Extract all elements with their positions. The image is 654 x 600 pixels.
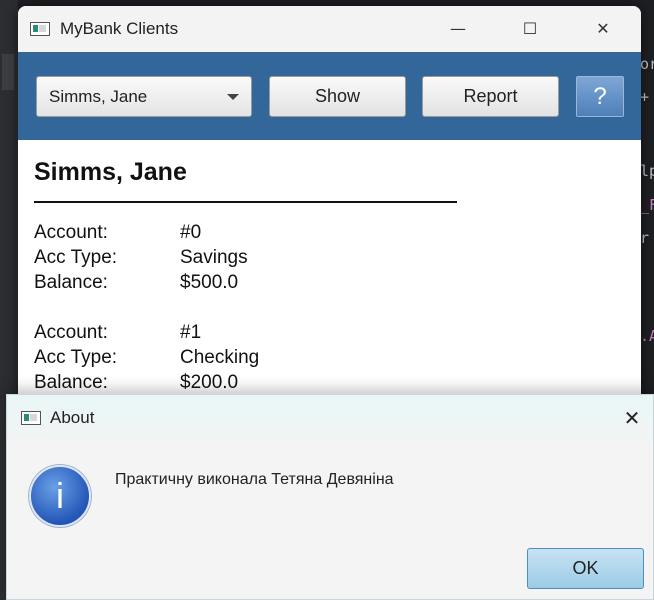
balance-label: Balance: (34, 372, 108, 393)
account-number: #1 (180, 322, 202, 343)
client-select-value: Simms, Jane (49, 87, 148, 106)
background-tab (2, 54, 14, 90)
editor-glyph: lp (640, 162, 654, 180)
account-type-row: Acc Type: Checking (34, 347, 334, 372)
account-block: Account: #1 Acc Type: Checking Balance: … (34, 322, 334, 397)
title-bar[interactable]: MyBank Clients — ☐ ✕ (18, 6, 641, 52)
account-row: Account: #0 (34, 222, 334, 247)
account-type-row: Acc Type: Savings (34, 247, 334, 272)
toolbar: Simms, Jane Show Report ? (18, 52, 641, 140)
maximize-button[interactable]: ☐ (508, 14, 552, 44)
about-title-bar[interactable]: About ✕ (7, 395, 653, 441)
show-button[interactable]: Show (269, 76, 406, 117)
info-icon: i (29, 465, 91, 527)
ok-button[interactable]: OK (527, 548, 644, 589)
account-label: Account: (34, 322, 108, 343)
about-dialog: About ✕ i Практичну виконала Тетяна Девя… (6, 394, 654, 600)
editor-glyph: .A (640, 327, 654, 345)
balance-label: Balance: (34, 272, 108, 293)
report-button[interactable]: Report (422, 76, 559, 117)
account-row: Account: #1 (34, 322, 334, 347)
editor-glyph: _F (640, 196, 654, 214)
client-details: Simms, Jane Account: #0 Acc Type: Saving… (18, 140, 641, 406)
help-button[interactable]: ? (576, 76, 624, 117)
app-icon (30, 22, 50, 36)
divider (34, 201, 457, 203)
account-label: Account: (34, 222, 108, 243)
editor-glyph: + (640, 88, 650, 106)
close-button[interactable]: ✕ (617, 403, 647, 433)
account-block: Account: #0 Acc Type: Savings Balance: $… (34, 222, 334, 297)
main-window: MyBank Clients — ☐ ✕ Simms, Jane Show Re… (18, 6, 641, 406)
app-icon (21, 411, 41, 425)
balance-value: $200.0 (180, 372, 239, 393)
account-number: #0 (180, 222, 202, 243)
balance-value: $500.0 (180, 272, 239, 293)
client-name-heading: Simms, Jane (34, 158, 187, 186)
account-type-value: Checking (180, 347, 260, 368)
window-title: MyBank Clients (60, 19, 179, 38)
balance-row: Balance: $500.0 (34, 272, 334, 297)
minimize-button[interactable]: — (436, 14, 480, 44)
chevron-down-icon (227, 94, 239, 100)
account-type-label: Acc Type: (34, 347, 118, 368)
client-select[interactable]: Simms, Jane (36, 76, 252, 117)
editor-glyph: or (640, 55, 654, 73)
about-message: Практичну виконала Тетяна Девяніна (115, 471, 394, 488)
editor-glyph: r (640, 229, 650, 247)
account-type-label: Acc Type: (34, 247, 118, 268)
about-title: About (50, 408, 95, 427)
account-type-value: Savings (180, 247, 248, 268)
close-button[interactable]: ✕ (581, 14, 625, 44)
